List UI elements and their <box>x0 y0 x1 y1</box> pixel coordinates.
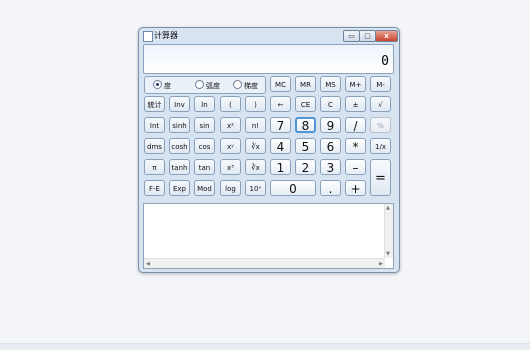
mod-button[interactable]: Mod <box>194 180 215 196</box>
radio-checked-icon <box>153 80 162 89</box>
digit-0-button[interactable]: 0 <box>270 180 316 196</box>
radio-degrees[interactable]: 度 <box>153 80 171 90</box>
digit-1-button[interactable]: 1 <box>270 159 291 175</box>
display-value: 0 <box>381 54 389 69</box>
equals-button[interactable]: = <box>370 159 391 196</box>
memory-store-button[interactable]: MS <box>320 76 341 92</box>
digit-5-button[interactable]: 5 <box>295 138 316 154</box>
int-button[interactable]: Int <box>144 117 165 133</box>
vertical-scrollbar[interactable]: ▲ ▼ <box>384 204 393 258</box>
scroll-up-icon[interactable]: ▲ <box>386 205 390 211</box>
digit-8-button[interactable]: 8 <box>295 117 316 133</box>
sinh-button[interactable]: sinh <box>169 117 190 133</box>
exp-button[interactable]: Exp <box>169 180 190 196</box>
radio-unchecked-icon <box>233 80 242 89</box>
factorial-button[interactable]: n! <box>245 117 266 133</box>
result-display: 0 <box>143 44 394 74</box>
reciprocal-button[interactable]: 1/x <box>370 138 391 154</box>
pi-button[interactable]: π <box>144 159 165 175</box>
log-button[interactable]: log <box>220 180 241 196</box>
digit-3-button[interactable]: 3 <box>320 159 341 175</box>
calculator-window: 计算器 ▭ ▢ x 0 度 弧度 梯度 MC MR MS M+ M- 統计 In… <box>138 27 400 273</box>
minus-button[interactable]: – <box>345 159 366 175</box>
right-paren-button[interactable]: ) <box>245 96 266 112</box>
clear-entry-button[interactable]: CE <box>295 96 316 112</box>
cube-root-button[interactable]: ∛x <box>245 159 266 175</box>
scroll-left-icon[interactable]: ◀ <box>146 261 150 267</box>
maximize-button[interactable]: ▢ <box>359 30 376 42</box>
tanh-button[interactable]: tanh <box>169 159 190 175</box>
memory-clear-button[interactable]: MC <box>270 76 291 92</box>
close-button[interactable]: x <box>375 30 398 42</box>
calculator-app-icon <box>143 31 153 42</box>
yroot-button[interactable]: ∛x <box>245 138 266 154</box>
radio-degrees-label: 度 <box>164 82 171 90</box>
digit-6-button[interactable]: 6 <box>320 138 341 154</box>
percent-button[interactable]: % <box>370 117 391 133</box>
window-title: 计算器 <box>154 31 178 40</box>
scroll-down-icon[interactable]: ▼ <box>386 251 390 257</box>
radio-gradians[interactable]: 梯度 <box>233 80 258 90</box>
memory-recall-button[interactable]: MR <box>295 76 316 92</box>
left-paren-button[interactable]: ( <box>220 96 241 112</box>
digit-2-button[interactable]: 2 <box>295 159 316 175</box>
horizontal-scrollbar[interactable]: ◀ ▶ <box>144 258 385 268</box>
radio-radians[interactable]: 弧度 <box>195 80 220 90</box>
memory-subtract-button[interactable]: M- <box>370 76 391 92</box>
digit-9-button[interactable]: 9 <box>320 117 341 133</box>
sin-button[interactable]: sin <box>194 117 215 133</box>
ln-button[interactable]: ln <box>194 96 215 112</box>
inverse-button[interactable]: Inv <box>169 96 190 112</box>
digit-7-button[interactable]: 7 <box>270 117 291 133</box>
ten-power-button[interactable]: 10ˣ <box>245 180 266 196</box>
digit-4-button[interactable]: 4 <box>270 138 291 154</box>
minimize-button[interactable]: ▭ <box>343 30 360 42</box>
multiply-button[interactable]: * <box>345 138 366 154</box>
square-button[interactable]: x² <box>220 117 241 133</box>
clear-button[interactable]: C <box>320 96 341 112</box>
cosh-button[interactable]: cosh <box>169 138 190 154</box>
divide-button[interactable]: / <box>345 117 366 133</box>
dms-button[interactable]: dms <box>144 138 165 154</box>
decimal-point-button[interactable]: . <box>320 180 341 196</box>
statistics-button[interactable]: 統计 <box>144 96 165 112</box>
angle-unit-group: 度 弧度 梯度 <box>144 76 266 94</box>
radio-radians-label: 弧度 <box>206 82 220 90</box>
cos-button[interactable]: cos <box>194 138 215 154</box>
history-pane: ▲ ▼ ◀ ▶ <box>143 203 394 269</box>
square-root-button[interactable]: √ <box>370 96 391 112</box>
cube-button[interactable]: x³ <box>220 159 241 175</box>
title-bar[interactable]: 计算器 ▭ ▢ x <box>139 28 399 44</box>
radio-unchecked-icon <box>195 80 204 89</box>
scroll-right-icon[interactable]: ▶ <box>379 261 383 267</box>
memory-add-button[interactable]: M+ <box>345 76 366 92</box>
power-button[interactable]: xʸ <box>220 138 241 154</box>
tan-button[interactable]: tan <box>194 159 215 175</box>
fixed-exponent-button[interactable]: F-E <box>144 180 165 196</box>
backspace-button[interactable]: ← <box>270 96 291 112</box>
radio-gradians-label: 梯度 <box>244 82 258 90</box>
plus-button[interactable]: + <box>345 180 366 196</box>
plus-minus-button[interactable]: ± <box>345 96 366 112</box>
bottom-strip <box>0 343 530 350</box>
